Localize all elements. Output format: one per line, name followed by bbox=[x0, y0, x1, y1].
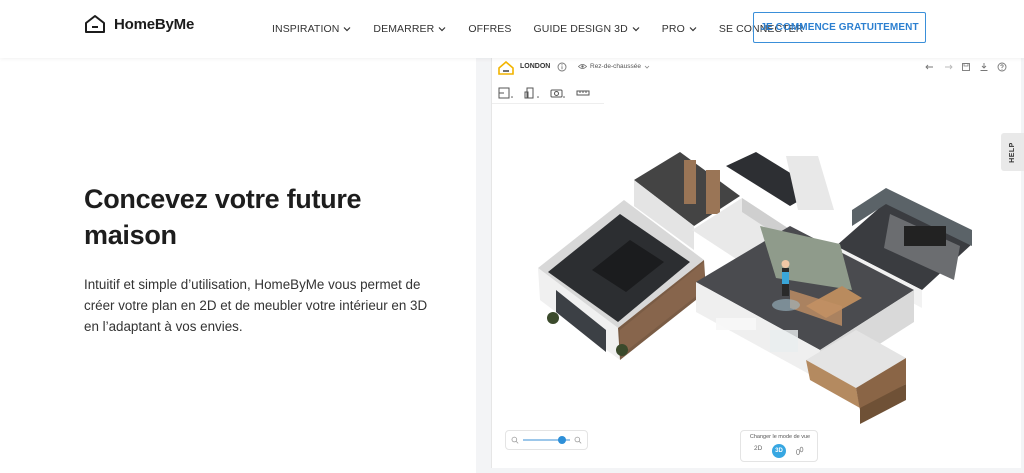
view-mode-2d-button[interactable]: 2D bbox=[754, 445, 762, 452]
house-3d-render bbox=[538, 152, 972, 424]
zoom-in-icon[interactable] bbox=[574, 436, 582, 444]
nav-label: GUIDE DESIGN 3D bbox=[533, 23, 628, 35]
help-tab[interactable]: HELP bbox=[1001, 133, 1024, 171]
main-nav: INSPIRATION DEMARRER OFFRES GUIDE DESIGN… bbox=[272, 0, 825, 58]
nav-demarrer[interactable]: DEMARRER bbox=[373, 23, 446, 35]
chevron-down-icon bbox=[343, 27, 351, 32]
nav-inspiration[interactable]: INSPIRATION bbox=[272, 23, 351, 35]
start-free-button[interactable]: JE COMMENCE GRATUITEMENT bbox=[753, 12, 926, 43]
house-logo-icon bbox=[85, 15, 105, 33]
view-mode-label: Changer le mode de vue bbox=[749, 434, 811, 440]
nav-label: INSPIRATION bbox=[272, 23, 340, 35]
help-label: HELP bbox=[1008, 141, 1016, 163]
nav-label: PRO bbox=[661, 23, 685, 35]
nav-label: DEMARRER bbox=[373, 23, 435, 35]
chevron-down-icon bbox=[632, 27, 640, 32]
zoom-slider[interactable] bbox=[522, 436, 571, 444]
chevron-down-icon bbox=[438, 27, 446, 32]
chevron-down-icon bbox=[689, 27, 697, 32]
nav-label: OFFRES bbox=[468, 23, 512, 35]
nav-offres[interactable]: OFFRES bbox=[468, 23, 511, 35]
logo-text: HomeByMe bbox=[114, 15, 195, 33]
logo[interactable]: HomeByMe bbox=[84, 14, 194, 34]
zoom-out-icon[interactable] bbox=[511, 436, 519, 444]
walk-mode-icon[interactable] bbox=[795, 446, 804, 456]
nav-guide-design-3d[interactable]: GUIDE DESIGN 3D bbox=[534, 23, 640, 35]
view-mode-panel: Changer le mode de vue 2D 3D bbox=[740, 430, 818, 462]
nav-pro[interactable]: PRO bbox=[662, 23, 697, 35]
zoom-slider-thumb[interactable] bbox=[557, 436, 566, 444]
view-mode-3d-button[interactable]: 3D bbox=[772, 444, 786, 458]
zoom-control bbox=[505, 430, 588, 450]
site-header: HomeByMe INSPIRATION DEMARRER OFFRES GUI… bbox=[0, 0, 1024, 58]
